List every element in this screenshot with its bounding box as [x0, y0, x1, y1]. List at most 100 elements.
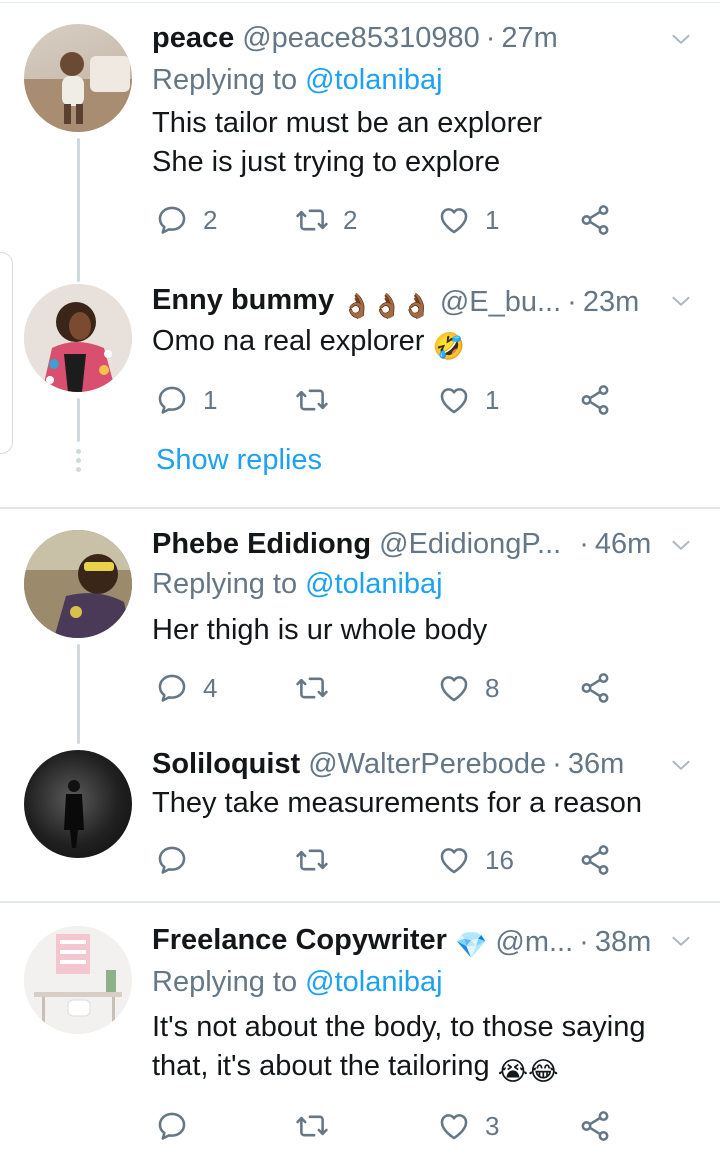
- share-icon: [578, 843, 612, 877]
- like-button[interactable]: 16: [437, 840, 514, 880]
- user-handle[interactable]: @WalterPerebode: [308, 748, 546, 781]
- tweet-header: Enny bummy 👌🏾👌🏾👌🏾 @E_bu... · 23m: [152, 282, 686, 322]
- mention-link[interactable]: @tolanibaj: [305, 966, 442, 998]
- share-icon: [578, 203, 612, 237]
- heart-icon: [437, 671, 471, 705]
- separator-dot: ·: [579, 925, 589, 958]
- avatar[interactable]: [24, 750, 132, 858]
- mention-link[interactable]: @tolanibaj: [305, 64, 442, 96]
- reply-button[interactable]: [155, 1106, 203, 1146]
- timestamp[interactable]: 23m: [583, 286, 639, 319]
- replying-to: Replying to @tolanibaj: [152, 568, 443, 601]
- display-name[interactable]: Freelance Copywriter 💎: [152, 924, 487, 961]
- retweet-button[interactable]: [295, 668, 343, 708]
- share-icon: [578, 383, 612, 417]
- conversation-divider: [0, 901, 720, 903]
- user-handle[interactable]: @EdidiongP...: [379, 528, 561, 561]
- mention-link[interactable]: @tolanibaj: [305, 568, 442, 600]
- tweet-line: This tailor must be an explorer: [152, 107, 543, 139]
- timestamp[interactable]: 27m: [501, 22, 557, 55]
- like-button[interactable]: 1: [437, 380, 499, 420]
- user-handle[interactable]: @m...: [495, 926, 573, 959]
- reply-icon: [155, 383, 189, 417]
- like-count: 3: [485, 1110, 500, 1141]
- share-button[interactable]: [578, 1106, 612, 1146]
- reply-icon: [155, 671, 189, 705]
- retweet-icon: [295, 843, 329, 877]
- action-bar: 1 1: [150, 380, 630, 420]
- share-button[interactable]: [578, 840, 612, 880]
- reply-icon: [155, 843, 189, 877]
- retweet-button[interactable]: [295, 1106, 343, 1146]
- timestamp[interactable]: 46m: [595, 528, 651, 561]
- tweet-line: She is just trying to explore: [152, 146, 501, 178]
- user-handle[interactable]: @peace85310980: [242, 22, 479, 55]
- retweet-icon: [295, 1109, 329, 1143]
- tweet-header: Soliloquist @WalterPerebode · 36m: [152, 744, 686, 784]
- action-bar: 3: [150, 1106, 630, 1146]
- reply-button[interactable]: 2: [155, 200, 217, 240]
- tweet[interactable]: Phebe Edidiong @EdidiongP... · 46m Reply…: [0, 510, 720, 730]
- share-button[interactable]: [578, 200, 612, 240]
- chevron-down-icon[interactable]: [668, 288, 694, 314]
- tweet-line: Her thigh is ur whole body: [152, 614, 488, 646]
- tweet-line-text: that, it's about the tailoring: [152, 1050, 490, 1082]
- like-count: 16: [485, 844, 514, 875]
- heart-icon: [437, 383, 471, 417]
- like-button[interactable]: 3: [437, 1106, 499, 1146]
- tweet[interactable]: Soliloquist @WalterPerebode · 36m They t…: [0, 730, 720, 900]
- reply-icon: [155, 203, 189, 237]
- tweet[interactable]: Enny bummy 👌🏾👌🏾👌🏾 @E_bu... · 23m Omo na …: [0, 260, 720, 500]
- like-button[interactable]: 1: [437, 200, 499, 240]
- reply-button[interactable]: 1: [155, 380, 217, 420]
- retweet-icon: [295, 671, 329, 705]
- reply-count: 4: [203, 672, 218, 703]
- like-count: 8: [485, 672, 500, 703]
- chevron-down-icon[interactable]: [668, 928, 694, 954]
- display-name[interactable]: Phebe Edidiong: [152, 528, 371, 561]
- avatar[interactable]: [24, 24, 132, 132]
- avatar[interactable]: [24, 284, 132, 392]
- like-button[interactable]: 8: [437, 668, 499, 708]
- share-icon: [578, 1109, 612, 1143]
- tweet-text: They take measurements for a reason: [152, 784, 690, 823]
- tweet-line: that, it's about the tailoring 😭😂: [152, 1047, 690, 1091]
- share-button[interactable]: [578, 668, 612, 708]
- reply-button[interactable]: [155, 840, 203, 880]
- display-name[interactable]: Enny bummy 👌🏾👌🏾👌🏾: [152, 284, 432, 321]
- reply-button[interactable]: 4: [155, 668, 217, 708]
- share-button[interactable]: [578, 380, 612, 420]
- avatar[interactable]: [24, 530, 132, 638]
- retweet-button[interactable]: 2: [295, 200, 357, 240]
- separator-dot: ·: [579, 527, 589, 560]
- retweet-button[interactable]: [295, 380, 343, 420]
- retweet-button[interactable]: [295, 840, 343, 880]
- reply-count: 2: [203, 204, 218, 235]
- replying-to: Replying to @tolanibaj: [152, 64, 443, 97]
- action-bar: 4 8: [150, 668, 630, 708]
- timestamp[interactable]: 38m: [595, 926, 651, 959]
- tweet-emoji: 😭😂: [497, 1056, 559, 1086]
- tweet[interactable]: peace @peace85310980 · 27m Replying to @…: [0, 0, 720, 260]
- tweet[interactable]: Freelance Copywriter 💎 @m... · 38m Reply…: [0, 904, 720, 1154]
- tweet-line: Omo na real explorer 🤣: [152, 322, 690, 366]
- show-replies-link[interactable]: Show replies: [156, 444, 322, 477]
- tweet-line-text: Omo na real explorer: [152, 325, 425, 357]
- share-icon: [578, 671, 612, 705]
- chevron-down-icon[interactable]: [668, 26, 694, 52]
- timestamp[interactable]: 36m: [568, 748, 624, 781]
- tweet-text: Her thigh is ur whole body: [152, 611, 690, 650]
- chevron-down-icon[interactable]: [668, 532, 694, 558]
- display-name-text: Enny bummy: [152, 283, 335, 316]
- chevron-down-icon[interactable]: [668, 752, 694, 778]
- reply-icon: [155, 1109, 189, 1143]
- conversation-divider: [0, 507, 720, 509]
- tweet-text: Omo na real explorer 🤣: [152, 322, 690, 366]
- replying-prefix: Replying to: [152, 64, 306, 96]
- avatar[interactable]: [24, 926, 132, 1034]
- tweet-text: It's not about the body, to those saying…: [152, 1008, 690, 1091]
- user-handle[interactable]: @E_bu...: [440, 286, 561, 319]
- display-name[interactable]: peace: [152, 22, 234, 55]
- display-name[interactable]: Soliloquist: [152, 748, 300, 781]
- retweet-count: 2: [343, 204, 358, 235]
